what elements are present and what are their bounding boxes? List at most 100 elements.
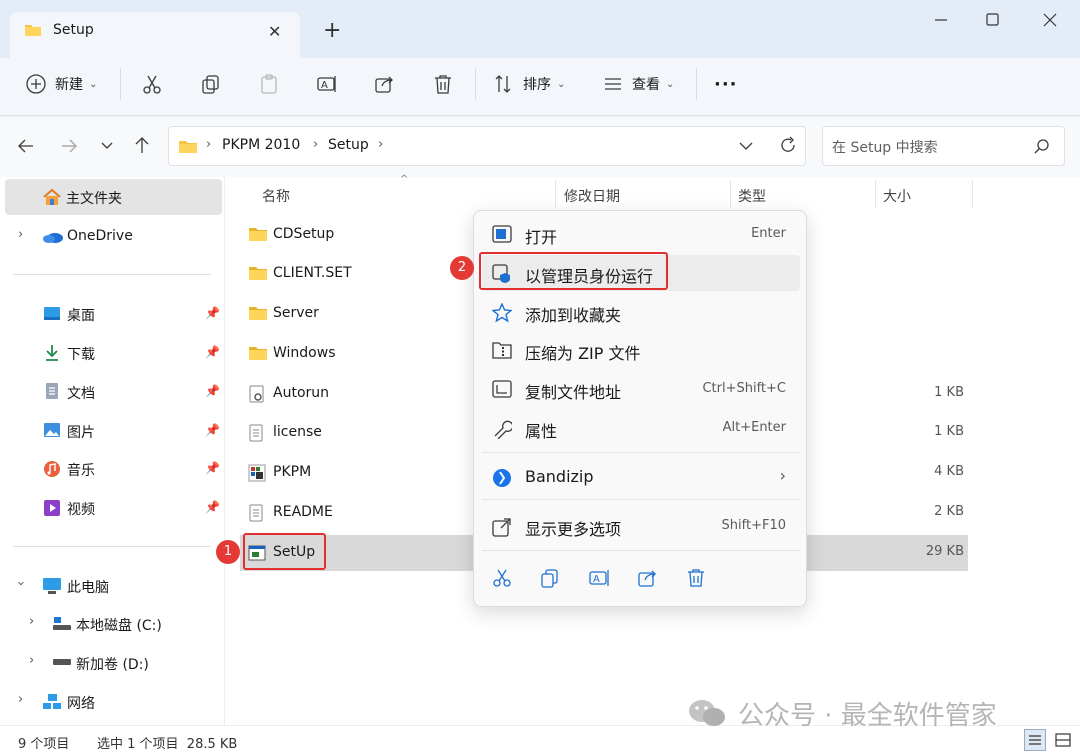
star-icon [492,303,512,323]
column-divider[interactable] [875,180,876,208]
recent-locations-icon[interactable] [98,138,116,154]
sidebar-label: 主文件夹 [66,191,122,207]
sidebar-label: 网络 [67,696,95,712]
paste-button[interactable] [258,70,280,98]
file-name: README [273,504,333,520]
column-header-size[interactable]: 大小 [883,186,911,206]
menu-item-compress-zip[interactable]: 压缩为 ZIP 文件 [482,332,800,368]
text-file-icon [248,504,264,522]
menu-shortcut: Shift+F10 [721,518,786,533]
delete-button[interactable] [432,70,454,98]
file-size: 4 KB [934,464,964,479]
pin-icon[interactable]: 📌 [205,500,220,514]
cut-button[interactable] [141,70,163,98]
sidebar-item-documents[interactable]: 文档 📌 [0,374,225,410]
address-dropdown-icon[interactable] [737,138,755,154]
rename-button[interactable]: A [316,70,338,98]
svg-text:A: A [321,80,328,91]
pin-icon[interactable]: 📌 [205,461,220,475]
menu-item-bandizip[interactable]: Bandizip › [482,459,800,495]
app-file-icon [248,464,266,482]
menu-label: 显示更多选项 [525,520,622,539]
sidebar-label: 新加卷 (D:) [76,657,149,673]
view-button[interactable]: 查看 ⌄ [602,70,674,98]
chevron-down-icon: ⌄ [557,78,566,90]
menu-separator [482,499,800,500]
back-arrow-icon[interactable] [16,136,36,156]
minimize-button[interactable] [921,8,961,32]
chevron-right-icon: › [313,137,319,152]
sidebar-item-this-pc[interactable]: › 此电脑 [0,568,225,604]
cloud-icon [42,230,64,244]
menu-item-more-options[interactable]: 显示更多选项 Shift+F10 [482,508,800,544]
sidebar-item-downloads[interactable]: 下载 📌 [0,335,225,371]
sidebar-item-network[interactable]: › 网络 [0,684,225,720]
details-view-button[interactable] [1024,729,1046,751]
sidebar-item-home[interactable]: 主文件夹 [5,179,222,215]
menu-shortcut: Alt+Enter [722,420,786,435]
search-icon[interactable] [1034,138,1050,154]
sidebar-item-drive-c[interactable]: › 本地磁盘 (C:) [0,606,225,642]
sort-button[interactable]: 排序 ⌄ [493,70,565,98]
menu-item-add-favorites[interactable]: 添加到收藏夹 [482,294,800,330]
pin-icon[interactable]: 📌 [205,345,220,359]
folder-icon [248,305,268,321]
chevron-down-icon: ⌄ [89,78,98,90]
menu-copy-icon[interactable] [540,568,560,588]
sidebar-label: 音乐 [67,463,95,479]
pin-icon[interactable]: 📌 [205,423,220,437]
pin-icon[interactable]: 📌 [205,384,220,398]
copy-button[interactable] [200,70,222,98]
pin-icon[interactable]: 📌 [205,306,220,320]
new-button[interactable]: 新建 ⌄ [25,70,97,98]
forward-arrow-icon[interactable] [59,136,79,156]
tiles-view-button[interactable] [1052,729,1074,751]
refresh-icon[interactable] [778,135,798,155]
menu-share-icon[interactable] [638,568,658,588]
wechat-logo-icon [686,697,730,729]
breadcrumb-setup[interactable]: Setup [328,137,369,153]
sort-label: 排序 [523,77,551,93]
desktop-icon [43,306,61,322]
document-icon [45,382,59,400]
up-arrow-icon[interactable] [132,135,152,155]
close-window-button[interactable] [1030,8,1070,32]
column-header-type[interactable]: 类型 [738,186,766,206]
close-tab-icon[interactable]: ✕ [268,22,281,41]
menu-separator [482,452,800,453]
file-name: Windows [273,345,336,361]
chevron-right-icon: › [29,653,35,668]
video-icon [43,499,61,517]
sidebar-item-onedrive[interactable]: › OneDrive [0,219,225,255]
folder-icon [178,138,198,154]
column-header-modified[interactable]: 修改日期 [564,186,620,206]
maximize-button[interactable] [972,8,1012,32]
sidebar-item-desktop[interactable]: 桌面 📌 [0,296,225,332]
menu-rename-icon[interactable]: A [589,568,611,588]
menu-item-properties[interactable]: 属性 Alt+Enter [482,410,800,446]
column-header-name[interactable]: 名称 [262,186,290,206]
share-icon [374,73,396,95]
more-options-button[interactable]: ··· [714,70,738,98]
menu-cut-icon[interactable] [492,568,512,588]
column-divider[interactable] [730,180,731,208]
sidebar-item-drive-d[interactable]: › 新加卷 (D:) [0,645,225,681]
tab-title: Setup [53,22,94,38]
column-divider[interactable] [972,180,973,208]
menu-item-open[interactable]: 打开 Enter [482,216,800,252]
sidebar-item-music[interactable]: 音乐 📌 [0,451,225,487]
chevron-right-icon: › [18,227,24,242]
share-button[interactable] [374,70,396,98]
sidebar-item-videos[interactable]: 视频 📌 [0,490,225,526]
highlight-box-step1 [243,533,326,570]
file-name: PKPM [273,464,312,480]
chevron-down-icon: › [13,580,29,587]
column-divider[interactable] [555,180,556,208]
home-icon [42,188,62,206]
menu-item-copy-path[interactable]: 复制文件地址 Ctrl+Shift+C [482,371,800,407]
new-tab-button[interactable]: + [323,18,341,43]
sort-icon [493,73,515,95]
breadcrumb-pkpm[interactable]: PKPM 2010 [222,137,300,153]
menu-delete-icon[interactable] [686,568,706,588]
sidebar-item-pictures[interactable]: 图片 📌 [0,413,225,449]
